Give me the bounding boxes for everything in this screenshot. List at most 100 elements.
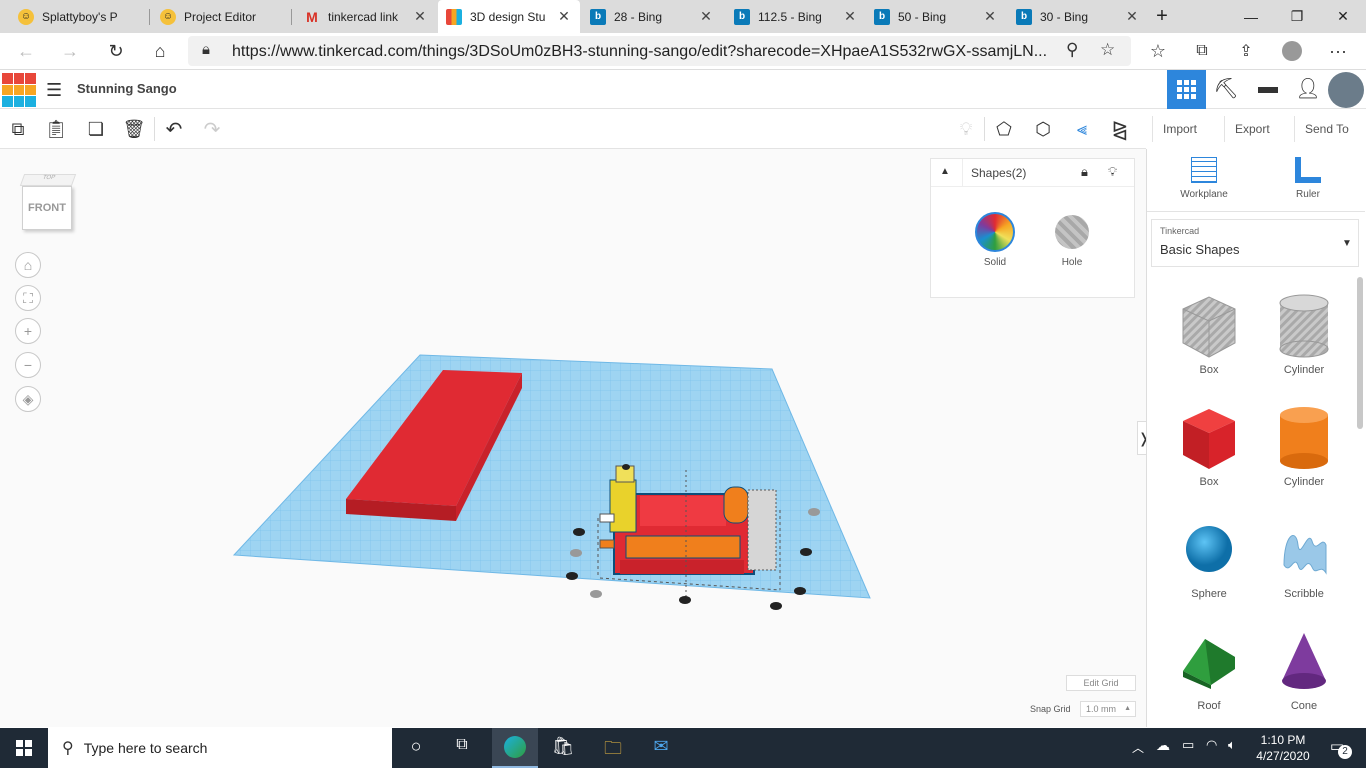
shape-roof[interactable]: Roof: [1159, 627, 1259, 712]
light-bulb-icon[interactable]: 💡︎: [1108, 164, 1117, 180]
close-tab-icon[interactable]: ✕: [842, 8, 858, 25]
delete-icon[interactable]: 🗑︎: [118, 113, 150, 145]
paste-icon[interactable]: 📋︎: [40, 113, 72, 145]
shape-box-hole[interactable]: Box: [1159, 291, 1259, 376]
add-user-icon[interactable]: 👤︎: [1292, 76, 1324, 104]
ungroup-icon[interactable]: ⬡: [1027, 113, 1059, 145]
view-cube-front[interactable]: FRONT: [22, 186, 72, 230]
volume-icon[interactable]: 🔈︎: [1228, 737, 1236, 753]
refresh-button[interactable]: ↻: [100, 35, 132, 67]
design-title[interactable]: Stunning Sango: [77, 81, 177, 96]
home-button[interactable]: ⌂: [144, 35, 176, 67]
close-tab-icon[interactable]: ✕: [412, 8, 428, 25]
cortana-icon[interactable]: ○: [400, 736, 432, 760]
edge-icon: [504, 736, 526, 758]
address-bar[interactable]: 🔒︎ https://www.tinkercad.com/things/3DSo…: [188, 36, 1131, 66]
restore-button[interactable]: ❐: [1274, 0, 1320, 33]
design-list-icon[interactable]: ☰: [46, 80, 62, 101]
file-explorer-icon[interactable]: 🗀: [596, 736, 630, 760]
browser-tab-active[interactable]: 3D design Stu ✕: [438, 0, 580, 33]
minimize-button[interactable]: —: [1228, 0, 1274, 33]
inspector-title: Shapes(2): [971, 166, 1027, 180]
library-select[interactable]: Tinkercad Basic Shapes ▼: [1151, 219, 1359, 267]
browser-tab[interactable]: b 28 - Bing ✕: [582, 0, 722, 33]
close-tab-icon[interactable]: ✕: [1124, 8, 1140, 25]
hole-button[interactable]: [1055, 215, 1089, 249]
store-icon[interactable]: 🛍︎: [546, 736, 580, 760]
shape-cone[interactable]: Cone: [1254, 627, 1354, 712]
import-button[interactable]: Import: [1152, 116, 1207, 142]
3d-view-button[interactable]: [1167, 70, 1206, 109]
browser-tab[interactable]: b 30 - Bing ✕: [1008, 0, 1148, 33]
more-menu-icon[interactable]: ···: [1322, 35, 1354, 67]
onedrive-icon[interactable]: ☁: [1156, 737, 1170, 754]
group-icon[interactable]: ⬠: [988, 113, 1020, 145]
tinkercad-logo[interactable]: [2, 73, 36, 107]
mirror-icon[interactable]: ⧎: [1104, 113, 1136, 145]
shape-box[interactable]: Box: [1159, 403, 1259, 488]
new-tab-button[interactable]: +: [1142, 0, 1182, 33]
view-cube-top[interactable]: TOP: [19, 174, 77, 186]
collapse-icon[interactable]: ▲: [940, 166, 950, 177]
copy-icon[interactable]: ⧉: [2, 113, 34, 145]
browser-tab[interactable]: ☺ Project Editor: [152, 0, 292, 33]
notifications-button[interactable]: ▭ 2: [1324, 737, 1352, 759]
box-icon: [1183, 409, 1235, 469]
snap-grid-select[interactable]: 1.0 mm ▲: [1080, 701, 1136, 717]
export-button[interactable]: Export: [1224, 116, 1280, 142]
close-tab-icon[interactable]: ✕: [982, 8, 998, 25]
browser-tab[interactable]: M tinkercad link ✕: [296, 0, 436, 33]
cone-icon: [1282, 633, 1326, 689]
task-view-icon[interactable]: ⧉: [446, 736, 478, 760]
show-hidden-icons[interactable]: ︿: [1132, 739, 1144, 756]
share-icon[interactable]: ⇪: [1230, 35, 1262, 67]
shape-label: Cone: [1290, 700, 1318, 712]
view-cube[interactable]: TOP FRONT: [19, 174, 77, 232]
zoom-icon[interactable]: ⚲: [1066, 40, 1078, 60]
taskbar-search[interactable]: ⚲ Type here to search: [48, 728, 392, 768]
zoom-out-button[interactable]: −: [15, 352, 41, 378]
shape-sphere[interactable]: Sphere: [1159, 515, 1259, 600]
fit-view-button[interactable]: ⛶: [15, 285, 41, 311]
ortho-view-button[interactable]: ◈: [15, 386, 41, 412]
browser-tab[interactable]: ☺ Splattyboy's P: [10, 0, 150, 33]
shape-scribble[interactable]: Scribble: [1254, 515, 1354, 600]
panel-scrollbar[interactable]: [1357, 277, 1363, 429]
redo-icon[interactable]: ↷: [196, 113, 228, 145]
user-avatar[interactable]: [1328, 72, 1364, 108]
zoom-in-button[interactable]: +: [15, 318, 41, 344]
light-bulb-icon[interactable]: 💡︎: [950, 113, 982, 145]
browser-tab[interactable]: b 112.5 - Bing ✕: [726, 0, 866, 33]
mail-icon[interactable]: ✉: [644, 736, 678, 760]
edit-grid-button[interactable]: Edit Grid: [1066, 675, 1136, 691]
battery-icon[interactable]: ▭: [1182, 737, 1194, 753]
clock[interactable]: 1:10 PM 4/27/2020: [1246, 732, 1320, 764]
solid-color-button[interactable]: [975, 212, 1015, 252]
profile-avatar[interactable]: [1276, 35, 1308, 67]
collections-icon[interactable]: ⧉: [1186, 35, 1218, 67]
workplane-button[interactable]: Workplane: [1167, 157, 1241, 200]
windows-logo-icon: [16, 740, 32, 756]
start-button[interactable]: [0, 728, 48, 768]
lock-icon[interactable]: 🔒︎: [1081, 164, 1088, 180]
shape-cylinder[interactable]: Cylinder: [1254, 403, 1354, 488]
send-to-button[interactable]: Send To: [1294, 116, 1359, 142]
minecraft-pickaxe-icon[interactable]: ⛏: [1208, 76, 1244, 104]
duplicate-icon[interactable]: ❏: [80, 113, 112, 145]
edge-taskbar-button[interactable]: [492, 728, 538, 768]
ruler-button[interactable]: Ruler: [1271, 157, 1345, 200]
bricks-icon[interactable]: ▬: [1250, 76, 1286, 104]
align-icon[interactable]: ⫷: [1066, 113, 1098, 145]
home-view-button[interactable]: ⌂: [15, 252, 41, 278]
close-tab-icon[interactable]: ✕: [698, 8, 714, 25]
undo-icon[interactable]: ↶: [158, 113, 190, 145]
close-tab-icon[interactable]: ✕: [556, 8, 572, 25]
shape-cylinder-hole[interactable]: Cylinder: [1254, 291, 1354, 376]
forward-button[interactable]: →: [54, 35, 86, 67]
close-window-button[interactable]: ✕: [1320, 0, 1366, 33]
favorite-star-icon[interactable]: ☆: [1100, 40, 1115, 60]
favorites-icon[interactable]: ☆: [1142, 35, 1174, 67]
back-button[interactable]: ←: [10, 35, 42, 67]
wifi-icon[interactable]: ◠: [1206, 737, 1217, 753]
browser-tab[interactable]: b 50 - Bing ✕: [866, 0, 1006, 33]
